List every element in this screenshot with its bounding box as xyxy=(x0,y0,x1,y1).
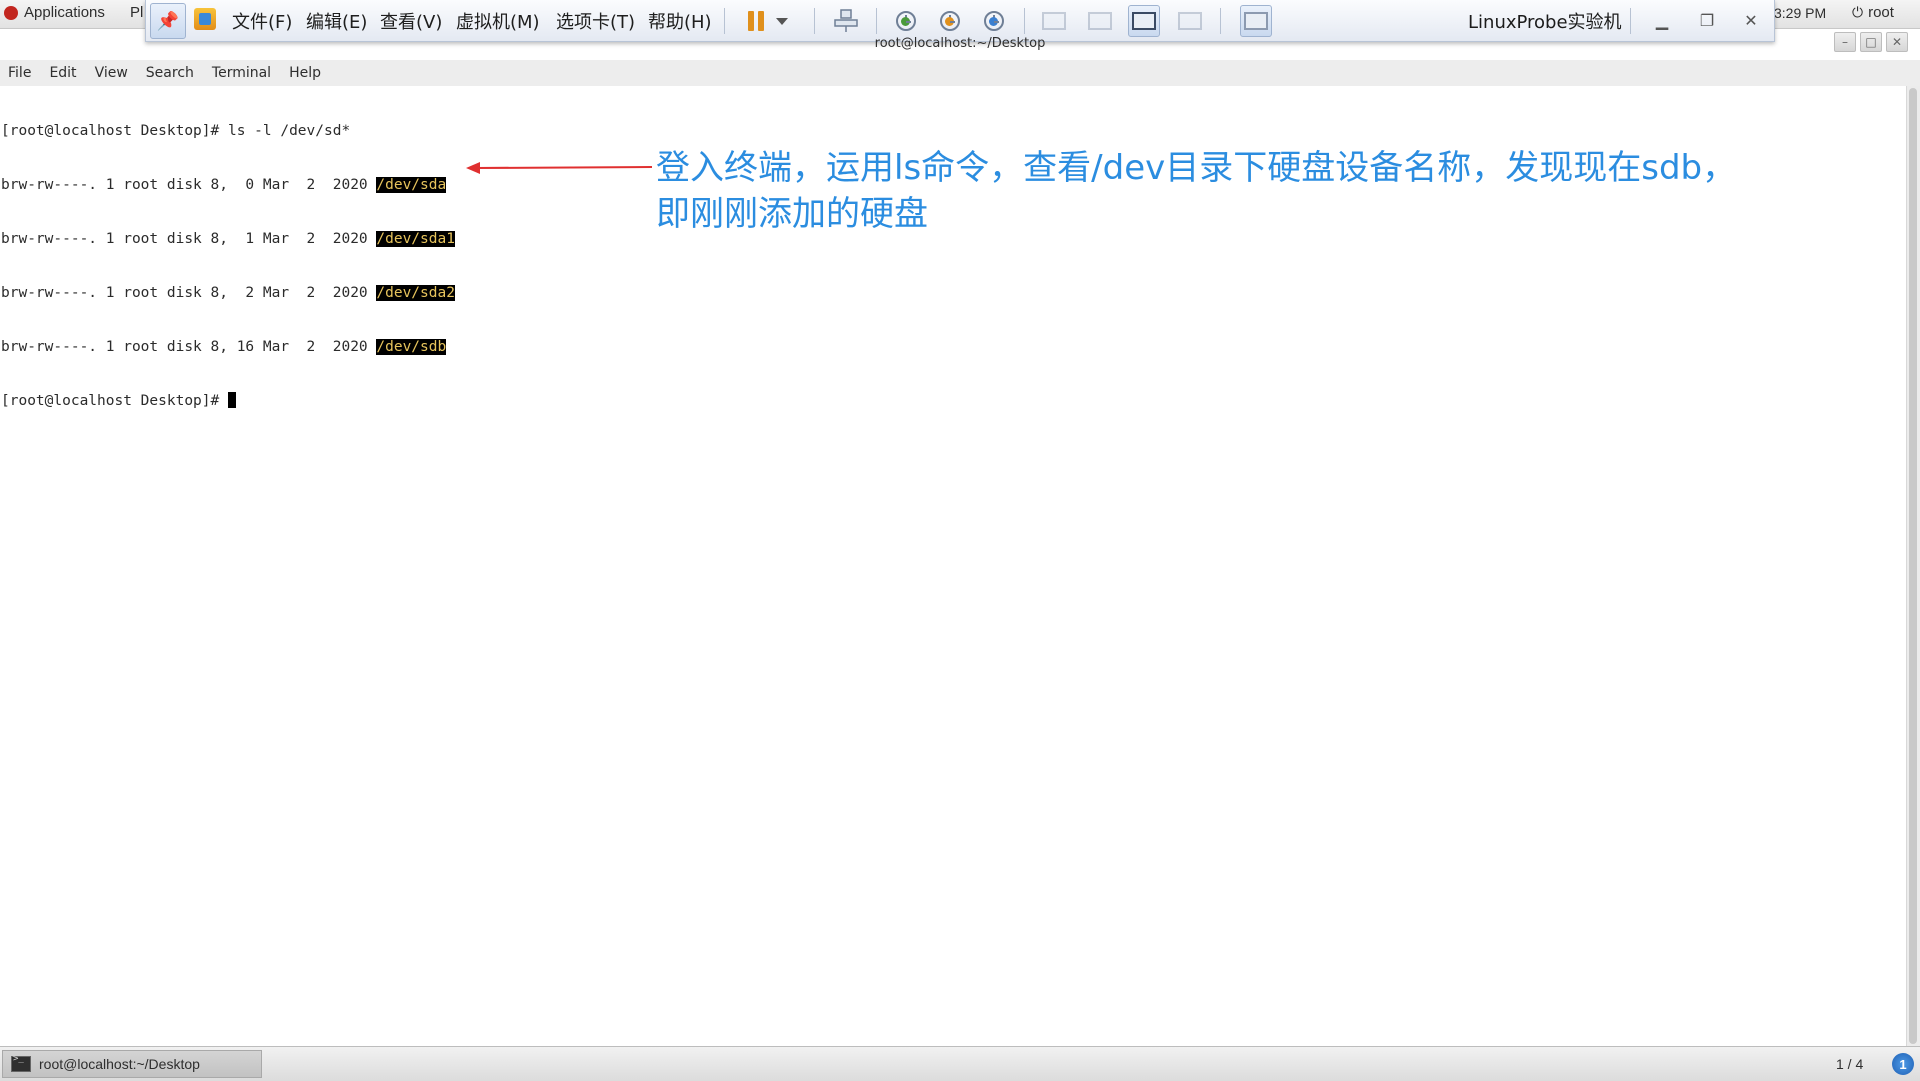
pause-button[interactable] xyxy=(740,5,772,37)
minimize-button[interactable]: ▁ xyxy=(1651,9,1673,31)
console-view-icon xyxy=(1244,12,1268,30)
show-thumbnails-button[interactable] xyxy=(1084,5,1116,37)
library-view-icon xyxy=(1042,12,1066,30)
minimize-icon: – xyxy=(1842,35,1848,49)
terminal-menu-edit[interactable]: Edit xyxy=(40,65,85,81)
maximize-icon: □ xyxy=(1865,35,1877,49)
line-text: brw-rw----. 1 root disk 8, 2 Mar 2 2020 xyxy=(1,285,377,301)
menu-edit[interactable]: 编辑(E) xyxy=(306,8,367,34)
restore-icon: ❐ xyxy=(1699,10,1715,30)
terminal-line: [root@localhost Desktop]# ls -l /dev/sd* xyxy=(1,122,455,140)
redhat-logo-icon xyxy=(4,5,18,20)
line-text: brw-rw----. 1 root disk 8, 16 Mar 2 2020 xyxy=(1,339,377,355)
toolbar-separator xyxy=(1024,8,1025,34)
power-dropdown-button[interactable] xyxy=(772,5,792,37)
terminal-line: brw-rw----. 1 root disk 8, 0 Mar 2 2020 … xyxy=(1,176,455,194)
pause-icon xyxy=(748,11,764,31)
unity-icon xyxy=(1178,12,1202,30)
terminal-window-title: root@localhost:~/Desktop xyxy=(874,36,1046,51)
applications-menu[interactable]: Applications xyxy=(4,4,105,21)
terminal-prompt-line: [root@localhost Desktop]# xyxy=(1,392,455,410)
toolbar-separator xyxy=(1630,8,1631,34)
annotation-text: 登入终端，运用ls命令，查看/dev目录下硬盘设备名称，发现现在sdb， 即刚刚… xyxy=(656,145,1826,237)
snapshot-clock-icon xyxy=(896,11,916,31)
terminal-minimize-button[interactable]: – xyxy=(1834,32,1856,52)
revert-snapshot-button[interactable] xyxy=(934,5,966,37)
vmware-logo-icon xyxy=(194,8,216,30)
terminal-icon xyxy=(11,1054,31,1072)
terminal-menu-file[interactable]: File xyxy=(0,65,40,81)
prompt-text: [root@localhost Desktop]# xyxy=(1,393,228,409)
menu-help[interactable]: 帮助(H) xyxy=(648,8,712,34)
manager-clock-icon xyxy=(984,11,1004,31)
pin-toolbar-button[interactable]: 📌 xyxy=(150,3,186,39)
terminal-line: brw-rw----. 1 root disk 8, 1 Mar 2 2020 … xyxy=(1,230,455,248)
user-menu[interactable]: ⏻ root xyxy=(1852,4,1894,21)
terminal-line: brw-rw----. 1 root disk 8, 16 Mar 2 2020… xyxy=(1,338,455,356)
terminal-menu-view[interactable]: View xyxy=(86,65,137,81)
snapshot-manager-button[interactable] xyxy=(978,5,1010,37)
taskbar-item-label: root@localhost:~/Desktop xyxy=(39,1056,200,1072)
device-name-sda1: /dev/sda1 xyxy=(376,231,455,247)
menu-view[interactable]: 查看(V) xyxy=(380,8,442,34)
scrollbar-thumb[interactable] xyxy=(1909,88,1917,1044)
close-button[interactable]: ✕ xyxy=(1740,9,1762,31)
device-name-sda: /dev/sda xyxy=(376,177,447,193)
line-text: brw-rw----. 1 root disk 8, 0 Mar 2 2020 xyxy=(1,177,377,193)
unity-button[interactable] xyxy=(1174,5,1206,37)
terminal-maximize-button[interactable]: □ xyxy=(1860,32,1882,52)
toolbar-separator xyxy=(876,8,877,34)
network-icon xyxy=(834,9,858,32)
terminal-window-controls: – □ ✕ xyxy=(1834,32,1908,52)
show-library-button[interactable] xyxy=(1038,5,1070,37)
power-icon: ⏻ xyxy=(1852,4,1864,20)
send-ctrl-alt-del-button[interactable] xyxy=(830,5,862,37)
revert-clock-icon xyxy=(940,11,960,31)
text-cursor xyxy=(227,392,236,408)
snapshot-button[interactable] xyxy=(890,5,922,37)
clock[interactable]: 3:29 PM xyxy=(1774,5,1826,21)
terminal-menubar: File Edit View Search Terminal Help xyxy=(0,60,1920,86)
terminal-menu-terminal[interactable]: Terminal xyxy=(203,65,280,81)
terminal-lines: [root@localhost Desktop]# ls -l /dev/sd*… xyxy=(1,86,455,446)
places-menu[interactable]: Pl xyxy=(130,4,143,21)
chevron-down-icon xyxy=(776,17,788,25)
toolbar-separator xyxy=(814,8,815,34)
terminal-line: brw-rw----. 1 root disk 8, 2 Mar 2 2020 … xyxy=(1,284,455,302)
workspace-indicator[interactable]: 1 / 4 xyxy=(1836,1056,1863,1072)
terminal-menu-help[interactable]: Help xyxy=(280,65,330,81)
fullscreen-button[interactable] xyxy=(1128,5,1160,37)
annotation-line-2: 即刚刚添加的硬盘 xyxy=(656,194,928,234)
toolbar-separator xyxy=(724,8,725,34)
pin-icon: 📌 xyxy=(156,10,180,32)
toolbar-separator xyxy=(1220,8,1221,34)
line-text: [root@localhost Desktop]# ls -l /dev/sd* xyxy=(1,123,351,139)
vm-title: LinuxProbe实验机 xyxy=(1468,12,1622,33)
close-icon: ✕ xyxy=(1891,35,1903,49)
menu-file[interactable]: 文件(F) xyxy=(232,8,292,34)
bottom-taskbar: root@localhost:~/Desktop 1 / 4 1 xyxy=(0,1046,1920,1081)
applications-label: Applications xyxy=(24,4,105,21)
menu-vm[interactable]: 虚拟机(M) xyxy=(456,8,540,34)
device-name-sda2: /dev/sda2 xyxy=(376,285,455,301)
fullscreen-icon xyxy=(1132,12,1156,30)
minimize-icon: ▁ xyxy=(1655,10,1669,30)
console-view-button[interactable] xyxy=(1240,5,1272,37)
terminal-menu-search[interactable]: Search xyxy=(137,65,203,81)
annotation-line-1: 登入终端，运用ls命令，查看/dev目录下硬盘设备名称，发现现在sdb， xyxy=(656,148,1737,188)
device-name-sdb: /dev/sdb xyxy=(376,339,447,355)
close-icon: ✕ xyxy=(1744,10,1758,30)
menu-tabs[interactable]: 选项卡(T) xyxy=(556,8,635,34)
line-text: brw-rw----. 1 root disk 8, 1 Mar 2 2020 xyxy=(1,231,377,247)
user-name: root xyxy=(1868,4,1894,21)
thumbnail-view-icon xyxy=(1088,12,1112,30)
notification-badge[interactable]: 1 xyxy=(1892,1053,1914,1075)
taskbar-item-terminal[interactable]: root@localhost:~/Desktop xyxy=(2,1050,262,1078)
terminal-close-button[interactable]: ✕ xyxy=(1886,32,1908,52)
restore-button[interactable]: ❐ xyxy=(1696,9,1718,31)
terminal-scrollbar[interactable] xyxy=(1906,86,1920,1046)
